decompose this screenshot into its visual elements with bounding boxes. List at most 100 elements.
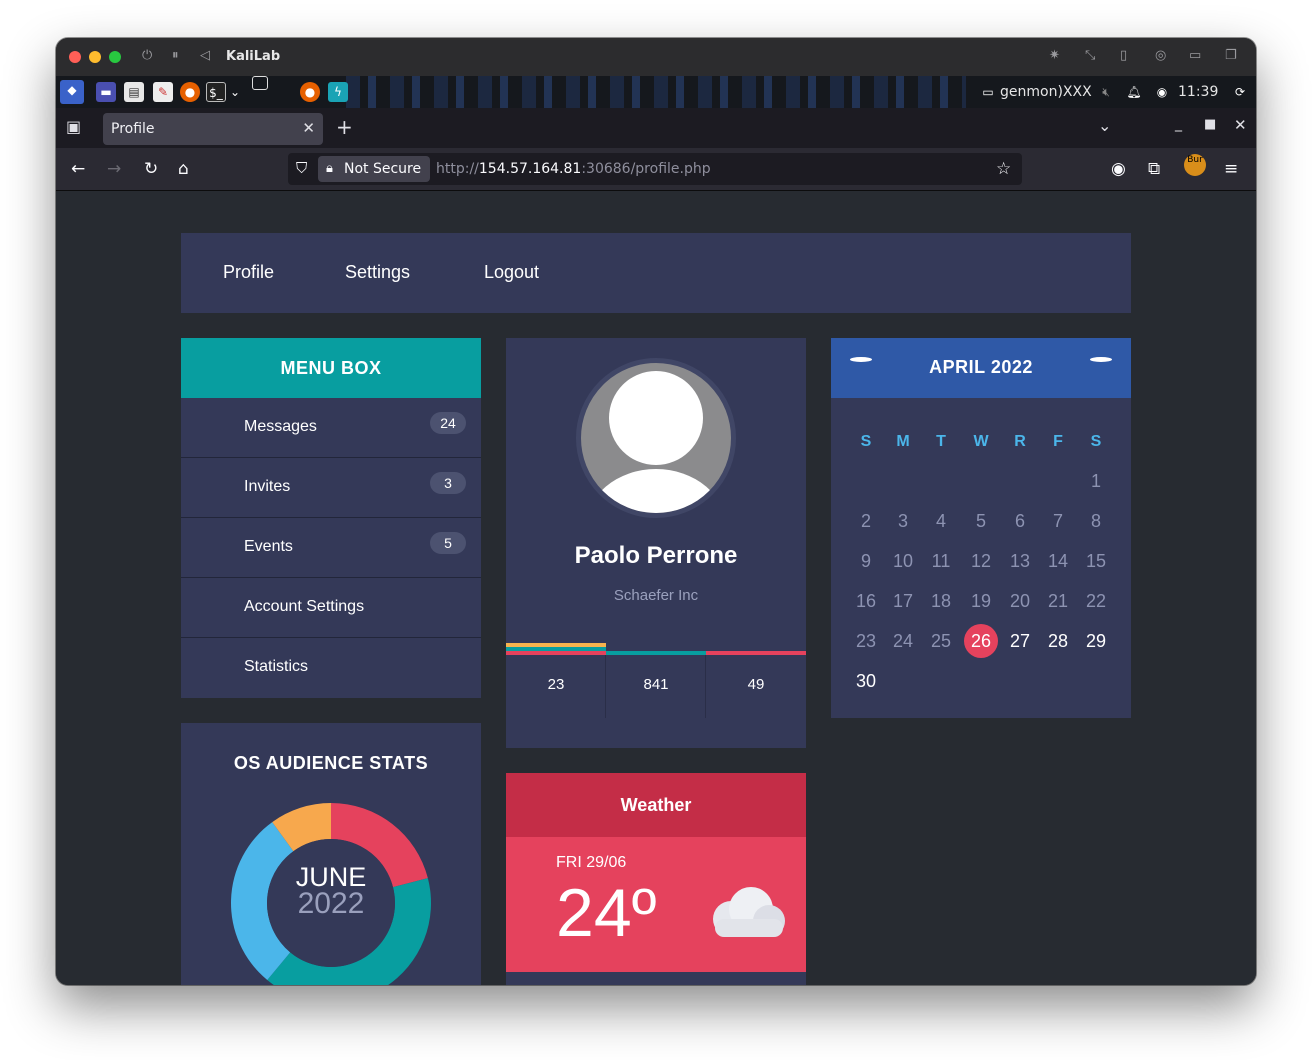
tab-overview-icon[interactable]: ▣ bbox=[66, 117, 81, 136]
power-manager-icon[interactable]: ◉ bbox=[1152, 82, 1172, 102]
calendar-day[interactable]: 3 bbox=[886, 504, 920, 538]
close-icon[interactable]: ✕ bbox=[1234, 116, 1247, 134]
stat-color-bar bbox=[706, 651, 806, 655]
reload-icon[interactable]: ↻ bbox=[144, 159, 158, 179]
page-content: Profile Settings Logout MENU BOX Message… bbox=[56, 192, 1256, 985]
minimize-window-button[interactable] bbox=[89, 51, 101, 63]
firefox-task-icon[interactable]: ● bbox=[300, 82, 320, 102]
calendar-day[interactable]: 14 bbox=[1041, 544, 1075, 578]
account-icon[interactable]: ◉ bbox=[1111, 159, 1126, 179]
menu-item-messages[interactable]: Messages 24 bbox=[181, 398, 481, 458]
text-editor-icon[interactable]: ✎ bbox=[153, 82, 173, 102]
home-icon[interactable]: ⌂ bbox=[178, 159, 189, 179]
stat-color-bar bbox=[506, 651, 606, 655]
calendar-day[interactable]: 19 bbox=[964, 584, 998, 618]
not-secure-badge[interactable]: 🔒︎ Not Secure bbox=[318, 156, 430, 182]
calendar-day[interactable]: 13 bbox=[1003, 544, 1037, 578]
mute-icon[interactable]: 🔇︎ bbox=[1096, 82, 1116, 102]
calendar-day[interactable]: 4 bbox=[924, 504, 958, 538]
bell-icon[interactable]: 🔔︎ bbox=[1124, 82, 1144, 102]
resize-icon[interactable]: ⤡ bbox=[1085, 48, 1095, 63]
burp-task-icon[interactable]: ϟ bbox=[328, 82, 348, 102]
folder-icon[interactable]: ▭ bbox=[1189, 48, 1201, 63]
firefox-launcher-icon[interactable]: ● bbox=[180, 82, 200, 102]
menu-item-label: Events bbox=[244, 538, 293, 555]
burp-extension-icon[interactable]: Bur bbox=[1184, 154, 1206, 176]
desktop-panel: ◆ ▬ ▤ ✎ ● $_ ⌄ ● ϟ ▭ genmon)XXX 🔇︎ 🔔︎ ◉ … bbox=[56, 76, 1256, 108]
nav-settings-link[interactable]: Settings bbox=[345, 262, 410, 283]
calendar-day[interactable]: 16 bbox=[849, 584, 883, 618]
vm-title: KaliLab bbox=[226, 49, 281, 64]
chevron-down-icon[interactable]: ⌄ bbox=[229, 82, 241, 102]
maximize-icon[interactable]: ■ bbox=[1204, 117, 1216, 132]
menu-item-invites[interactable]: Invites 3 bbox=[181, 458, 481, 518]
desktop-icon[interactable]: ▬ bbox=[96, 82, 116, 102]
windows-icon[interactable]: ❐ bbox=[1225, 48, 1237, 63]
calendar-day[interactable]: 12 bbox=[964, 544, 998, 578]
calendar-day[interactable]: 5 bbox=[964, 504, 998, 538]
calendar-day[interactable]: 17 bbox=[886, 584, 920, 618]
calendar-day[interactable]: 1 bbox=[1079, 464, 1113, 498]
brightness-icon[interactable]: ✷ bbox=[1049, 48, 1060, 63]
calendar-day[interactable]: 24 bbox=[886, 624, 920, 658]
calendar-day-today[interactable]: 26 bbox=[964, 624, 998, 658]
calendar-day[interactable]: 25 bbox=[924, 624, 958, 658]
list-tabs-icon[interactable]: ⌄ bbox=[1098, 116, 1111, 135]
back-icon[interactable]: ◁ bbox=[200, 48, 210, 63]
shield-icon[interactable]: ⛉ bbox=[296, 159, 307, 177]
weather-footer bbox=[506, 972, 806, 985]
close-tab-icon[interactable]: ✕ bbox=[302, 119, 315, 137]
workspace-icon[interactable] bbox=[252, 76, 268, 90]
calendar-day[interactable]: 21 bbox=[1041, 584, 1075, 618]
usb-icon[interactable]: ▯ bbox=[1120, 48, 1127, 63]
minimize-icon[interactable]: _ bbox=[1175, 116, 1182, 132]
count-badge: 3 bbox=[430, 472, 466, 494]
terminal-icon[interactable]: $_ bbox=[206, 82, 226, 102]
back-icon[interactable]: ← bbox=[71, 159, 85, 179]
next-month-button[interactable] bbox=[1090, 357, 1112, 362]
files-icon[interactable]: ▤ bbox=[124, 82, 144, 102]
calendar-day[interactable]: 7 bbox=[1041, 504, 1075, 538]
weather-card: Weather FRI 29/06 24º bbox=[506, 773, 806, 985]
tab-profile[interactable]: Profile ✕ bbox=[103, 113, 323, 145]
url-bar[interactable]: ⛉ 🔒︎ Not Secure http://154.57.164.81:306… bbox=[288, 153, 1022, 185]
nav-logout-link[interactable]: Logout bbox=[484, 262, 539, 283]
pause-icon[interactable]: ⏸ bbox=[172, 48, 179, 63]
calendar-day[interactable]: 6 bbox=[1003, 504, 1037, 538]
calendar-day[interactable]: 29 bbox=[1079, 624, 1113, 658]
avatar-head-shape bbox=[609, 371, 703, 465]
stat-value: 23 bbox=[547, 676, 565, 693]
calendar-day[interactable]: 8 bbox=[1079, 504, 1113, 538]
menu-item-account-settings[interactable]: Account Settings bbox=[181, 578, 481, 638]
zoom-window-button[interactable] bbox=[109, 51, 121, 63]
new-tab-icon[interactable]: + bbox=[336, 115, 353, 139]
nav-profile-link[interactable]: Profile bbox=[223, 262, 274, 283]
menu-item-events[interactable]: Events 5 bbox=[181, 518, 481, 578]
menu-icon[interactable]: ≡ bbox=[1224, 159, 1238, 179]
camera-icon[interactable]: ◎ bbox=[1155, 48, 1166, 63]
calendar-day[interactable]: 9 bbox=[849, 544, 883, 578]
menu-item-statistics[interactable]: Statistics bbox=[181, 638, 481, 698]
calendar-day[interactable]: 20 bbox=[1003, 584, 1037, 618]
bookmark-star-icon[interactable]: ☆ bbox=[996, 159, 1011, 179]
extensions-icon[interactable]: ⧉ bbox=[1148, 159, 1160, 179]
calendar-day[interactable]: 18 bbox=[924, 584, 958, 618]
calendar-day[interactable]: 28 bbox=[1041, 624, 1075, 658]
profile-name: Paolo Perrone bbox=[574, 542, 738, 569]
url-host: 154.57.164.81 bbox=[478, 161, 582, 177]
calendar-day[interactable]: 2 bbox=[849, 504, 883, 538]
calendar-day[interactable]: 11 bbox=[924, 544, 958, 578]
close-window-button[interactable] bbox=[69, 51, 81, 63]
url-text[interactable]: http://154.57.164.81:30686/profile.php bbox=[436, 161, 711, 177]
refresh-panel-icon[interactable]: ⟳ bbox=[1230, 82, 1250, 102]
calendar-day[interactable]: 23 bbox=[849, 624, 883, 658]
forward-icon[interactable]: → bbox=[107, 159, 121, 179]
calendar-day[interactable]: 15 bbox=[1079, 544, 1113, 578]
calendar-day[interactable]: 27 bbox=[1003, 624, 1037, 658]
url-prefix: http:// bbox=[436, 161, 479, 177]
kali-menu-icon[interactable]: ◆ bbox=[60, 80, 84, 104]
power-icon[interactable]: ⏻ bbox=[142, 48, 152, 63]
calendar-day[interactable]: 10 bbox=[886, 544, 920, 578]
calendar-day[interactable]: 22 bbox=[1079, 584, 1113, 618]
calendar-day[interactable]: 30 bbox=[849, 664, 883, 698]
